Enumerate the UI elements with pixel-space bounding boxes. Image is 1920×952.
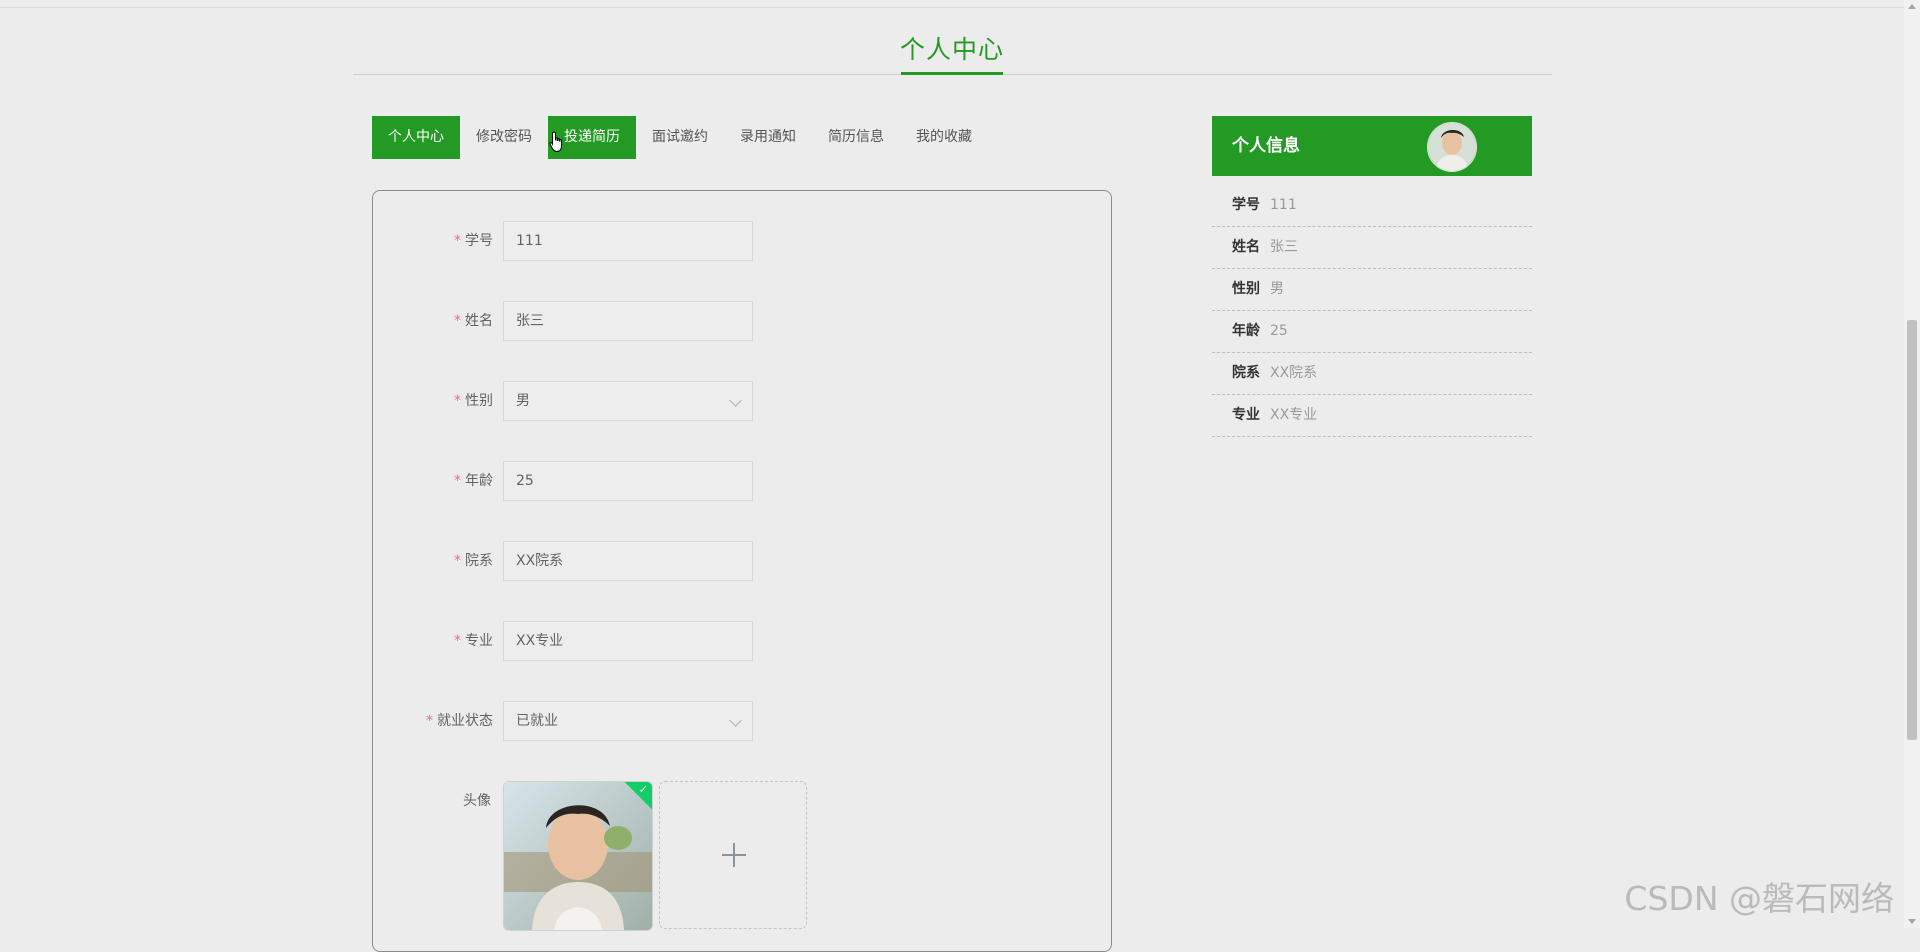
form-row-student-id: * 学号 111: [373, 221, 1111, 261]
tab-change-password[interactable]: 修改密码: [460, 116, 548, 159]
watermark: CSDN @磐石网络: [1624, 879, 1894, 918]
profile-form: * 学号 111 * 姓名 张三 * 性别 男 * 年龄 25 * 院系 XX院系 * 专业…: [372, 190, 1112, 952]
personal-info-list: 学号 111 姓名 张三 性别男 年龄 25 院系 XX院系 专业 XX专业: [1212, 185, 1532, 437]
form-row-employment-status: * 就业状态 已就业: [373, 701, 1111, 741]
avatar: [1427, 122, 1477, 172]
avatar-label: 头像: [463, 793, 491, 809]
avatar-image[interactable]: ✓: [503, 781, 653, 931]
tab-personal-center[interactable]: 个人中心: [372, 116, 460, 159]
form-row-major: * 专业 XX专业: [373, 621, 1111, 661]
scroll-up-icon[interactable]: [1908, 4, 1916, 9]
required-mark: *: [454, 393, 461, 409]
chevron-down-icon: [729, 714, 742, 727]
top-divider: [0, 7, 1904, 8]
major-input[interactable]: XX专业: [503, 621, 753, 661]
pointer-hand-icon: [549, 131, 562, 153]
info-row-gender: 性别男: [1212, 269, 1532, 311]
department-input[interactable]: XX院系: [503, 541, 753, 581]
required-mark: *: [454, 553, 461, 569]
info-row-department: 院系 XX院系: [1212, 353, 1532, 395]
info-row-student-id: 学号 111: [1212, 185, 1532, 227]
avatar-photo: [504, 782, 652, 930]
gender-label: 性别: [465, 393, 493, 409]
tab-my-favorites[interactable]: 我的收藏: [900, 116, 988, 159]
tab-resume-info[interactable]: 简历信息: [812, 116, 900, 159]
required-mark: *: [454, 313, 461, 329]
department-label: 院系: [465, 553, 493, 569]
tab-interview-invites[interactable]: 面试邀约: [636, 116, 724, 159]
student-id-label: 学号: [465, 233, 493, 249]
form-row-age: * 年龄 25: [373, 461, 1111, 501]
required-mark: *: [454, 633, 461, 649]
info-row-age: 年龄 25: [1212, 311, 1532, 353]
page-scrollbar[interactable]: [1904, 0, 1920, 928]
employment-status-value: 已就业: [516, 713, 558, 729]
form-row-gender: * 性别 男: [373, 381, 1111, 421]
info-row-name: 姓名 张三: [1212, 227, 1532, 269]
personal-info-header: 个人信息: [1212, 116, 1532, 176]
major-label: 专业: [465, 633, 493, 649]
employment-status-select[interactable]: 已就业: [503, 701, 753, 741]
age-input[interactable]: 25: [503, 461, 753, 501]
required-mark: *: [454, 473, 461, 489]
tab-bar: 个人中心 修改密码 投递简历 面试邀约 录用通知 简历信息 我的收藏: [372, 116, 988, 159]
gender-value: 男: [516, 393, 530, 409]
age-label: 年龄: [465, 473, 493, 489]
personal-info-title: 个人信息: [1232, 136, 1300, 156]
scroll-down-icon[interactable]: [1908, 919, 1916, 924]
scroll-thumb[interactable]: [1907, 320, 1917, 740]
student-id-input[interactable]: 111: [503, 221, 753, 261]
required-mark: *: [426, 713, 433, 729]
title-underline: [901, 72, 1003, 75]
name-label: 姓名: [465, 313, 493, 329]
page-title: 个人中心: [899, 35, 1004, 64]
form-row-department: * 院系 XX院系: [373, 541, 1111, 581]
chevron-down-icon: [729, 394, 742, 407]
required-mark: *: [454, 233, 461, 249]
gender-select[interactable]: 男: [503, 381, 753, 421]
info-row-major: 专业 XX专业: [1212, 395, 1532, 437]
employment-status-label: 就业状态: [437, 713, 493, 729]
form-row-name: * 姓名 张三: [373, 301, 1111, 341]
avatar-upload-button[interactable]: [659, 781, 807, 929]
plus-icon-vertical: [733, 843, 735, 867]
check-icon: ✓: [638, 783, 648, 796]
name-input[interactable]: 张三: [503, 301, 753, 341]
tab-offer-notices[interactable]: 录用通知: [724, 116, 812, 159]
